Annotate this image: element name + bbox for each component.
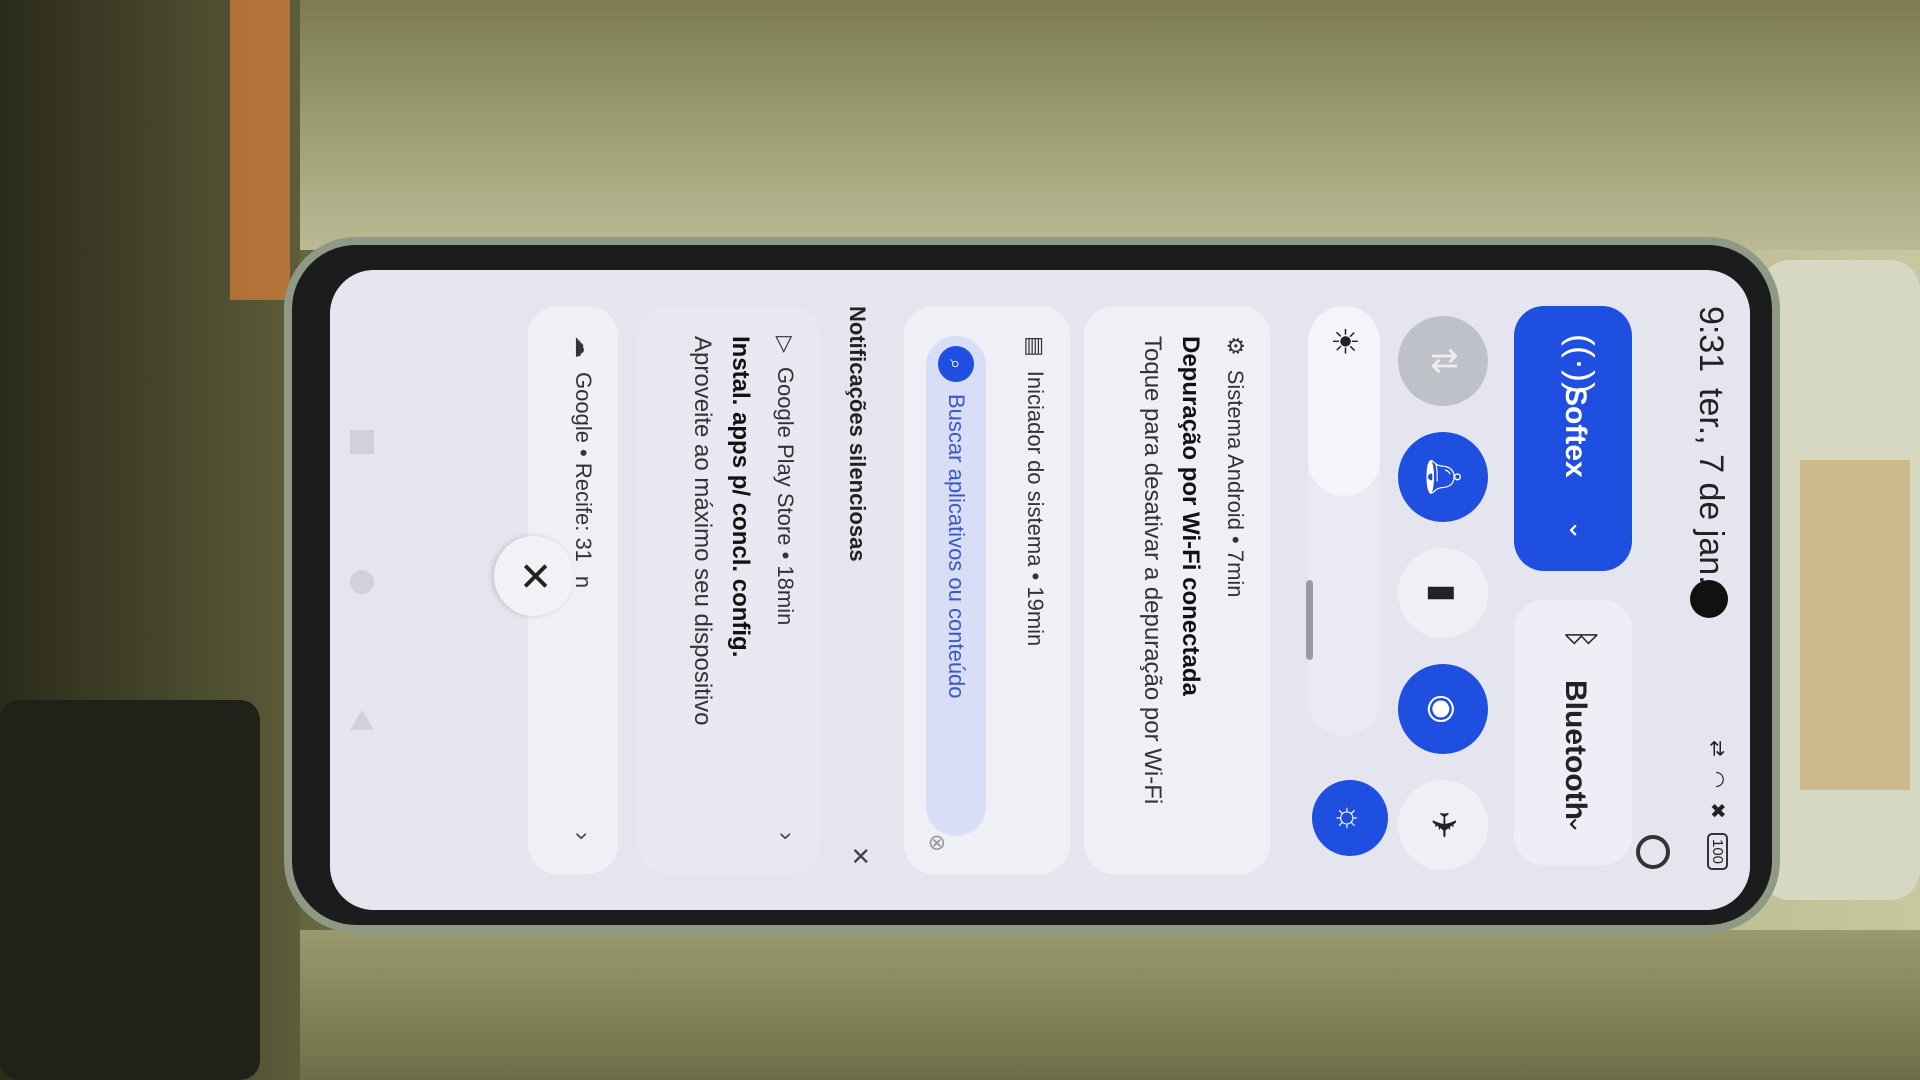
front-camera bbox=[1690, 580, 1728, 618]
brightness-slider[interactable]: ☀ bbox=[1308, 306, 1380, 736]
close-icon[interactable]: ⊗ bbox=[924, 834, 950, 852]
cloud-icon: ☁ bbox=[571, 336, 596, 358]
bluetooth-icon: ᛒ bbox=[1561, 628, 1602, 650]
background-orange-object bbox=[230, 0, 290, 300]
nfc-icon: ⇄ bbox=[1706, 740, 1728, 757]
play-store-icon: ▷ bbox=[773, 336, 798, 353]
brightness-icon: ☀ bbox=[1325, 326, 1363, 357]
recents-button[interactable] bbox=[350, 430, 374, 454]
navigation-bar bbox=[330, 270, 394, 910]
notification-source: Sistema Android • 7min bbox=[1223, 369, 1248, 598]
chevron-down-icon[interactable]: ⌄ bbox=[1563, 813, 1594, 835]
status-icons: ⇄ ◠ ✖ 100 bbox=[1705, 740, 1730, 871]
wifi-label: Softex bbox=[1559, 386, 1592, 478]
no-sim-icon: ✖ bbox=[1706, 802, 1728, 819]
back-button[interactable] bbox=[350, 710, 374, 730]
search-label: Buscar aplicativos ou conteúdo bbox=[944, 394, 969, 699]
clock: 9:31 bbox=[1692, 306, 1730, 373]
notification-card[interactable]: ▷ Google Play Store • 18min Instal. apps … bbox=[638, 306, 820, 874]
location-icon: ◉ bbox=[1424, 694, 1462, 724]
notification-source: Iniciador do sistema • 19min bbox=[1023, 370, 1048, 647]
background-dark-object bbox=[0, 700, 260, 1080]
search-icon: ⌕ bbox=[938, 346, 974, 382]
flashlight-icon: ▮ bbox=[1424, 583, 1462, 603]
clear-all-button[interactable]: ✕ bbox=[494, 536, 574, 616]
flashlight-toggle[interactable]: ▮ bbox=[1398, 548, 1488, 638]
bluetooth-label: Bluetooth bbox=[1559, 680, 1592, 820]
clear-silent-button[interactable]: ✕ bbox=[845, 846, 874, 866]
notification-source: Google Play Store • 18min bbox=[773, 366, 798, 626]
notification-card[interactable]: ▤ Iniciador do sistema • 19min ⌕ Buscar a… bbox=[904, 306, 1070, 874]
date: ter., 7 de jan. bbox=[1692, 388, 1730, 585]
status-bar: 9:31 ter., 7 de jan. ⇄ ◠ ✖ 100 bbox=[1630, 270, 1750, 910]
auto-brightness-toggle[interactable]: ☼ bbox=[1312, 780, 1388, 856]
wifi-tile[interactable]: ((·)) Softex ⌄ bbox=[1514, 306, 1632, 571]
notification-source: Google • Recife: 31 bbox=[571, 372, 596, 562]
stand-label bbox=[1800, 460, 1910, 790]
silent-section-header: Notificações silenciosas bbox=[845, 306, 870, 562]
airplane-icon: ✈ bbox=[1424, 810, 1462, 840]
notification-header: ▷ Google Play Store • 18min bbox=[772, 336, 798, 625]
search-field[interactable]: ⌕ Buscar aplicativos ou conteúdo bbox=[926, 336, 986, 836]
notification-header: ☁ Google • Recife: 31 n bbox=[570, 336, 596, 588]
settings-icon[interactable] bbox=[1636, 835, 1670, 869]
launcher-icon: ▤ bbox=[1023, 336, 1048, 357]
data-transfer-toggle[interactable]: ⇅ bbox=[1398, 316, 1488, 406]
wifi-status-icon: ◠ bbox=[1706, 770, 1728, 789]
airplane-toggle[interactable]: ✈ bbox=[1398, 780, 1488, 870]
notification-card[interactable]: ⚙ Sistema Android • 7min Depuração por Wi… bbox=[1084, 306, 1270, 874]
wifi-icon: ((·)) bbox=[1561, 334, 1602, 394]
gear-icon: ⚙ bbox=[1223, 336, 1248, 356]
chevron-down-icon[interactable]: ⌄ bbox=[1563, 519, 1594, 541]
expand-icon[interactable]: › bbox=[772, 832, 800, 840]
notification-title: Depuração por Wi-Fi conectada bbox=[1177, 336, 1204, 696]
notification-body: Aproveite ao máximo seu dispositivo bbox=[689, 336, 716, 726]
bell-icon: 🔔︎ bbox=[1424, 455, 1462, 499]
auto-brightness-icon: ☼ bbox=[1331, 802, 1370, 834]
battery-icon: 100 bbox=[1707, 832, 1728, 871]
ring-toggle[interactable]: 🔔︎ bbox=[1398, 432, 1488, 522]
notification-shade: 9:31 ter., 7 de jan. ⇄ ◠ ✖ 100 ((·)) Sof… bbox=[330, 270, 1750, 910]
notification-title: Instal. apps p/ concl. config. bbox=[727, 336, 754, 658]
expand-icon[interactable]: › bbox=[568, 832, 596, 840]
notification-header: ⚙ Sistema Android • 7min bbox=[1222, 336, 1248, 598]
home-button[interactable] bbox=[350, 570, 374, 594]
data-transfer-icon: ⇅ bbox=[1424, 346, 1462, 376]
notification-header: ▤ Iniciador do sistema • 19min bbox=[1022, 336, 1048, 646]
location-toggle[interactable]: ◉ bbox=[1398, 664, 1488, 754]
notification-body: Toque para desativar a depuração por Wi-… bbox=[1139, 336, 1166, 805]
drag-handle[interactable] bbox=[1306, 580, 1313, 660]
close-icon: ✕ bbox=[512, 559, 556, 593]
phone-screen: 9:31 ter., 7 de jan. ⇄ ◠ ✖ 100 ((·)) Sof… bbox=[330, 270, 1750, 910]
bluetooth-tile[interactable]: ᛒ Bluetooth ⌄ bbox=[1514, 600, 1632, 865]
